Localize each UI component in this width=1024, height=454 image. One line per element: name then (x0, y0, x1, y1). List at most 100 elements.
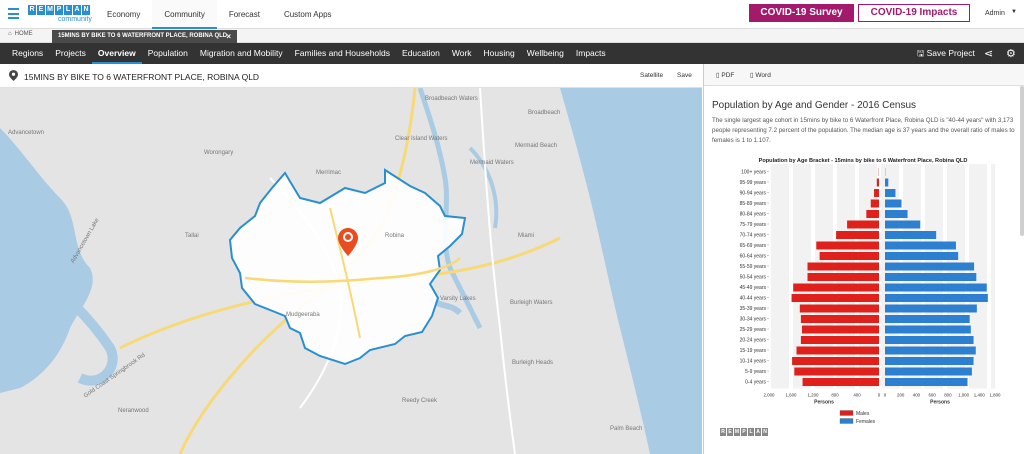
nav-projects[interactable]: Projects (49, 43, 92, 64)
map-label: Burleigh Waters (510, 300, 553, 306)
area-tab[interactable]: 15MINS BY BIKE TO 6 WATERFRONT PLACE, RO… (52, 30, 237, 43)
male-bar (807, 262, 879, 271)
word-button[interactable]: ▯ Word (750, 71, 771, 79)
top-nav-forecast[interactable]: Forecast (217, 0, 272, 29)
top-nav-custom-apps[interactable]: Custom Apps (272, 0, 344, 29)
x-tick-label: 800 (831, 393, 839, 398)
female-bar (885, 357, 974, 365)
pdf-icon: ▯ (716, 72, 720, 79)
female-bar (885, 210, 908, 218)
map-label: Mermaid Waters (470, 160, 514, 166)
map-label: Clear Island Waters (395, 136, 448, 142)
nav-families-and-households[interactable]: Families and Households (289, 43, 396, 64)
logo-letter: P (55, 5, 63, 15)
age-label: 80-84 years (740, 212, 767, 218)
female-bar (885, 231, 937, 239)
nav-impacts[interactable]: Impacts (570, 43, 612, 64)
nav-housing[interactable]: Housing (478, 43, 521, 64)
close-icon[interactable]: × (226, 30, 231, 43)
male-bar (802, 325, 879, 334)
map-label: Broadbeach (528, 110, 561, 116)
map-label: Burleigh Heads (512, 360, 554, 366)
logo-letter: E (37, 5, 45, 15)
x-tick-label: 1,200 (808, 393, 820, 398)
home-tab[interactable]: ⌂ HOME (8, 31, 33, 37)
nav-education[interactable]: Education (396, 43, 446, 64)
save-project-button[interactable]: 🖫 Save Project (917, 43, 975, 64)
map-label: Merrimac (316, 170, 341, 176)
share-icon[interactable]: ⋖ (984, 47, 993, 60)
scrollbar[interactable] (1020, 86, 1024, 236)
x-tick-label: 400 (853, 393, 861, 398)
male-bar (866, 210, 879, 218)
age-label: 55-59 years (740, 264, 767, 270)
x-tick-label: 1,400 (974, 393, 986, 398)
chart-title: Population by Age Bracket - 15mins by bi… (759, 158, 968, 164)
top-nav-community[interactable]: Community (152, 0, 217, 29)
x-tick-label: 2,000 (764, 393, 776, 398)
female-bar (885, 220, 921, 229)
x-tick-label: 200 (897, 393, 905, 398)
satellite-toggle[interactable]: Satellite (640, 72, 663, 79)
female-bar (885, 346, 976, 355)
nav-migration-and-mobility[interactable]: Migration and Mobility (194, 43, 289, 64)
female-bar (885, 252, 959, 260)
main-nav: Regions Projects Overview Population Migrati… (0, 43, 1024, 64)
report-text: The single largest age cohort in 15mins … (712, 117, 1015, 144)
male-bar (870, 199, 879, 208)
map-label: Worongary (204, 150, 234, 156)
legend-swatch (839, 410, 854, 416)
map-canvas[interactable]: Advancetown Broadbeach Waters Broadbeach… (0, 88, 702, 454)
x-tick-label: 600 (928, 393, 936, 398)
logo-letter: M (46, 5, 54, 15)
age-label: 50-54 years (740, 275, 767, 281)
male-bar (796, 346, 879, 355)
age-label: 45-49 years (740, 285, 767, 291)
logo-letter: L (64, 5, 72, 15)
save-project-label: Save Project (926, 48, 975, 58)
covid-impacts-button[interactable]: COVID-19 Impacts (858, 4, 970, 22)
nav-regions[interactable]: Regions (6, 43, 49, 64)
nav-work[interactable]: Work (446, 43, 478, 64)
legend-label: Females (856, 419, 876, 425)
logo-letter: A (755, 428, 761, 436)
logo-letter: P (741, 428, 747, 436)
female-bar (885, 241, 956, 250)
age-label: 60-64 years (740, 254, 767, 260)
male-bar (874, 189, 879, 197)
age-label: 75-79 years (740, 222, 767, 228)
nav-overview[interactable]: Overview (91, 43, 142, 64)
map-label: Varsity Lakes (440, 296, 476, 302)
pdf-button[interactable]: ▯ PDF (716, 71, 734, 79)
report-title: Population by Age and Gender - 2016 Cens… (712, 100, 917, 111)
age-label: 20-24 years (740, 338, 767, 344)
top-bar: REMPLAN community Economy Community Fore… (0, 0, 1024, 29)
legend-swatch (839, 418, 854, 424)
remplan-logo[interactable]: REMPLAN community (28, 5, 94, 27)
male-bar (836, 231, 879, 239)
x-axis-label: Persons (814, 400, 834, 406)
pdf-label: PDF (721, 72, 735, 79)
report-panel: ▯ PDF ▯ Word Population by Age and Gende… (703, 64, 1024, 454)
male-bar (876, 178, 879, 187)
top-nav-economy[interactable]: Economy (95, 0, 152, 29)
x-tick-label: 400 (913, 393, 921, 398)
map-label: Palm Beach (610, 426, 643, 432)
female-bar (885, 262, 975, 271)
covid-survey-button[interactable]: COVID-19 Survey (749, 4, 854, 22)
age-label: 25-29 years (740, 327, 767, 333)
age-label: 0-4 years (745, 380, 766, 386)
menu-icon[interactable] (8, 8, 19, 19)
map-label: Mudgeeraba (286, 312, 320, 318)
chevron-down-icon[interactable]: ▼ (1011, 9, 1017, 15)
male-bar (800, 336, 879, 344)
age-label: 95-99 years (740, 180, 767, 186)
nav-wellbeing[interactable]: Wellbeing (521, 43, 570, 64)
admin-menu[interactable]: Admin (985, 10, 1005, 17)
age-label: 15-19 years (740, 348, 767, 354)
nav-population[interactable]: Population (142, 43, 194, 64)
report-toolbar: ▯ PDF ▯ Word (704, 64, 1024, 86)
female-bar (885, 273, 977, 281)
map-save-button[interactable]: Save (677, 72, 692, 79)
gear-icon[interactable]: ⚙ (1006, 47, 1016, 60)
